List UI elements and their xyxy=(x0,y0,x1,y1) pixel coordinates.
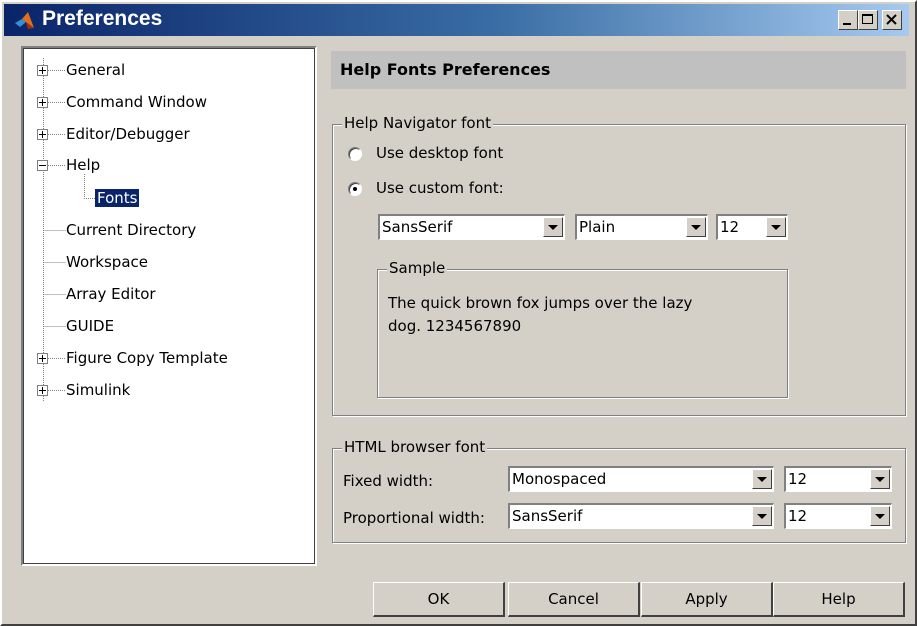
fixed-width-label: Fixed width: xyxy=(343,472,434,490)
group-label: Sample xyxy=(387,259,448,277)
use-custom-font-label[interactable]: Use custom font: xyxy=(376,179,504,197)
tree-item-label: Editor/Debugger xyxy=(66,125,190,143)
tree-item-workspace[interactable]: Workspace xyxy=(66,251,148,273)
expand-icon[interactable] xyxy=(37,353,48,364)
tree-item-command-window[interactable]: Command Window xyxy=(66,91,207,113)
tree-item-general[interactable]: General xyxy=(66,59,125,81)
expand-icon[interactable] xyxy=(37,129,48,140)
tree-item-label: Simulink xyxy=(66,381,131,399)
chevron-down-icon[interactable] xyxy=(752,469,772,489)
ok-button[interactable]: OK xyxy=(373,582,505,617)
font-style-select[interactable]: Plain xyxy=(575,214,708,240)
tree-item-label: Fonts xyxy=(95,189,140,207)
fixed-width-size-select[interactable]: 12 xyxy=(784,466,892,492)
close-icon xyxy=(886,14,897,25)
tree-item-label: Current Directory xyxy=(66,221,197,239)
use-desktop-font-label[interactable]: Use desktop font xyxy=(376,144,503,162)
proportional-width-label: Proportional width: xyxy=(343,509,485,527)
close-button[interactable] xyxy=(882,10,902,30)
matlab-logo-icon xyxy=(14,11,36,31)
apply-button[interactable]: Apply xyxy=(641,582,773,617)
font-size-select[interactable]: 12 xyxy=(716,214,788,240)
group-label: Help Navigator font xyxy=(342,114,493,132)
chevron-down-icon[interactable] xyxy=(752,506,772,526)
expand-icon[interactable] xyxy=(37,385,48,396)
minimize-button[interactable] xyxy=(838,10,858,30)
tree-item-label: GUIDE xyxy=(66,317,115,335)
tree-item-array-editor[interactable]: Array Editor xyxy=(66,283,156,305)
cancel-button[interactable]: Cancel xyxy=(508,582,640,617)
tree-item-label: Help xyxy=(66,156,101,174)
tree-item-fonts[interactable]: Fonts xyxy=(95,187,140,209)
fixed-width-font-value: Monospaced xyxy=(512,470,607,488)
font-name-select[interactable]: SansSerif xyxy=(378,214,565,240)
maximize-icon xyxy=(862,14,873,24)
group-label: HTML browser font xyxy=(342,438,488,456)
page-title: Help Fonts Preferences xyxy=(340,60,551,79)
tree-item-label: Command Window xyxy=(66,93,208,111)
tree-item-figure-copy-template[interactable]: Figure Copy Template xyxy=(66,347,228,369)
chevron-down-icon[interactable] xyxy=(870,506,890,526)
expand-icon[interactable] xyxy=(37,65,48,76)
expand-icon[interactable] xyxy=(37,97,48,108)
use-desktop-font-radio[interactable] xyxy=(348,147,362,161)
tree-item-guide[interactable]: GUIDE xyxy=(66,315,114,337)
panel-header: Help Fonts Preferences xyxy=(331,51,906,89)
tree-item-label: Array Editor xyxy=(66,285,156,303)
tree-item-label: Figure Copy Template xyxy=(66,349,228,367)
window-title: Preferences xyxy=(42,7,163,30)
chevron-down-icon[interactable] xyxy=(766,217,786,237)
minimize-icon xyxy=(843,23,851,25)
font-style-value: Plain xyxy=(579,218,616,236)
proportional-width-size-value: 12 xyxy=(788,507,808,525)
tree-item-current-directory[interactable]: Current Directory xyxy=(66,219,196,241)
preferences-tree[interactable]: General Command Window Editor/Debugger H… xyxy=(21,46,317,566)
proportional-width-font-value: SansSerif xyxy=(512,507,583,525)
proportional-width-size-select[interactable]: 12 xyxy=(784,503,892,529)
tree-item-help[interactable]: Help xyxy=(66,154,100,176)
fixed-width-size-value: 12 xyxy=(788,470,808,488)
chevron-down-icon[interactable] xyxy=(686,217,706,237)
chevron-down-icon[interactable] xyxy=(543,217,563,237)
help-button[interactable]: Help xyxy=(773,582,905,617)
maximize-button[interactable] xyxy=(858,10,878,30)
tree-item-label: General xyxy=(66,61,126,79)
tree-item-editor-debugger[interactable]: Editor/Debugger xyxy=(66,123,190,145)
tree-item-simulink[interactable]: Simulink xyxy=(66,379,130,401)
tree-item-label: Workspace xyxy=(66,253,148,271)
fixed-width-font-select[interactable]: Monospaced xyxy=(508,466,774,492)
title-bar[interactable]: Preferences xyxy=(4,4,909,36)
use-custom-font-radio[interactable] xyxy=(348,182,362,196)
font-size-value: 12 xyxy=(720,218,740,236)
proportional-width-font-select[interactable]: SansSerif xyxy=(508,503,774,529)
chevron-down-icon[interactable] xyxy=(870,469,890,489)
sample-text: dog. 1234567890 xyxy=(388,317,522,335)
collapse-icon[interactable] xyxy=(37,160,48,171)
font-name-value: SansSerif xyxy=(382,218,453,236)
sample-text: The quick brown fox jumps over the lazy xyxy=(388,294,693,312)
